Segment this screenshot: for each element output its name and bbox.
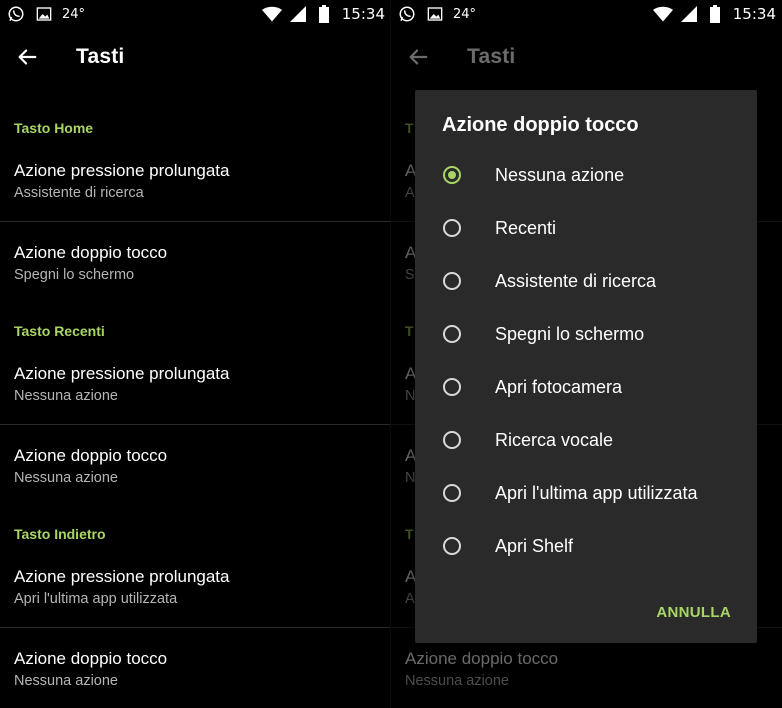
arrow-left-icon — [409, 49, 428, 65]
radio-button-checked[interactable] — [443, 166, 461, 184]
page-title: Tasti — [467, 45, 516, 68]
setting-row-home-double-tap[interactable]: Azione doppio tocco Spegni lo schermo — [0, 222, 391, 302]
page-title: Tasti — [76, 45, 125, 68]
setting-title: Azione doppio tocco — [14, 446, 168, 465]
radio-option-apri-fotocamera[interactable]: Apri fotocamera — [415, 364, 757, 416]
radio-option-nessuna-azione[interactable]: Nessuna azione — [415, 152, 757, 204]
radio-option-apri-shelf[interactable]: Apri Shelf — [415, 523, 757, 575]
setting-row-recents-long-press[interactable]: Azione pressione prolungata Nessuna azio… — [0, 353, 391, 424]
section-header-home: Tasto Home — [14, 120, 94, 136]
setting-value-partial: S — [405, 267, 415, 283]
back-button — [405, 44, 431, 70]
cancel-button[interactable]: ANNULLA — [656, 604, 731, 621]
setting-value: Spegni lo schermo — [14, 267, 135, 283]
radio-button[interactable] — [443, 378, 461, 396]
signal-icon — [679, 4, 699, 24]
battery-icon — [314, 4, 334, 24]
dialog-title: Azione doppio tocco — [442, 114, 639, 136]
setting-value: Nessuna azione — [405, 673, 509, 689]
setting-row-recents-double-tap[interactable]: Azione doppio tocco Nessuna azione — [0, 425, 391, 505]
option-label: Assistente di ricerca — [495, 271, 657, 291]
section-header-partial: T — [405, 120, 414, 136]
settings-screen-left: 24° 15:34 Tasti Tasto Home Azione pressi… — [0, 0, 391, 708]
radio-option-apri-ultima-app[interactable]: Apri l'ultima app utilizzata — [415, 470, 757, 522]
setting-title: Azione doppio tocco — [14, 649, 168, 668]
temperature-text: 24° — [453, 6, 477, 22]
app-bar: Tasti — [0, 36, 391, 80]
double-tap-action-dialog: Azione doppio tocco Nessuna azione Recen… — [415, 90, 757, 643]
setting-title: Azione doppio tocco — [405, 649, 559, 668]
radio-button[interactable] — [443, 484, 461, 502]
section-header-partial: T — [405, 526, 414, 542]
clock-text: 15:34 — [341, 5, 385, 23]
image-icon — [34, 4, 54, 24]
setting-title: Azione pressione prolungata — [14, 567, 230, 586]
signal-icon — [288, 4, 308, 24]
setting-value: Nessuna azione — [14, 388, 118, 404]
temperature-text: 24° — [62, 6, 86, 22]
setting-value: Nessuna azione — [14, 470, 118, 486]
option-label: Apri fotocamera — [495, 377, 623, 397]
option-label: Spegni lo schermo — [495, 324, 645, 344]
section-header-partial: T — [405, 323, 414, 339]
option-label: Apri l'ultima app utilizzata — [495, 483, 698, 503]
setting-value: Nessuna azione — [14, 673, 118, 689]
back-button[interactable] — [14, 44, 40, 70]
setting-value: Assistente di ricerca — [14, 185, 144, 201]
radio-button[interactable] — [443, 219, 461, 237]
setting-row-back-long-press[interactable]: Azione pressione prolungata Apri l'ultim… — [0, 556, 391, 627]
radio-option-recenti[interactable]: Recenti — [415, 205, 757, 257]
image-icon — [425, 4, 445, 24]
radio-option-assistente-di-ricerca[interactable]: Assistente di ricerca — [415, 258, 757, 310]
setting-title: Azione pressione prolungata — [14, 364, 230, 383]
option-label: Ricerca vocale — [495, 430, 614, 450]
radio-button[interactable] — [443, 537, 461, 555]
app-bar: Tasti — [391, 36, 782, 80]
radio-button[interactable] — [443, 431, 461, 449]
battery-icon — [705, 4, 725, 24]
radio-button[interactable] — [443, 325, 461, 343]
status-bar: 24° 15:34 — [391, 0, 782, 28]
section-header-recents: Tasto Recenti — [14, 323, 105, 339]
status-bar: 24° 15:34 — [0, 0, 391, 28]
whatsapp-icon — [397, 4, 417, 24]
setting-value: Apri l'ultima app utilizzata — [14, 591, 178, 607]
setting-value-partial: A — [405, 591, 415, 607]
arrow-left-icon — [18, 49, 37, 65]
setting-value-partial: N — [405, 388, 416, 404]
setting-title: Azione pressione prolungata — [14, 161, 230, 180]
option-label: Recenti — [495, 218, 557, 238]
setting-row-home-long-press[interactable]: Azione pressione prolungata Assistente d… — [0, 150, 391, 221]
section-header-back: Tasto Indietro — [14, 526, 106, 542]
radio-option-ricerca-vocale[interactable]: Ricerca vocale — [415, 417, 757, 469]
clock-text: 15:34 — [732, 5, 776, 23]
option-label: Nessuna azione — [495, 165, 625, 185]
whatsapp-icon — [6, 4, 26, 24]
setting-title: Azione doppio tocco — [14, 243, 168, 262]
setting-value-partial: N — [405, 470, 416, 486]
radio-button[interactable] — [443, 272, 461, 290]
wifi-icon — [652, 4, 673, 24]
radio-option-spegni-lo-schermo[interactable]: Spegni lo schermo — [415, 311, 757, 363]
setting-value-partial: A — [405, 185, 415, 201]
wifi-icon — [261, 4, 282, 24]
option-label: Apri Shelf — [495, 536, 574, 556]
setting-row-back-double-tap[interactable]: Azione doppio tocco Nessuna azione — [0, 628, 391, 708]
